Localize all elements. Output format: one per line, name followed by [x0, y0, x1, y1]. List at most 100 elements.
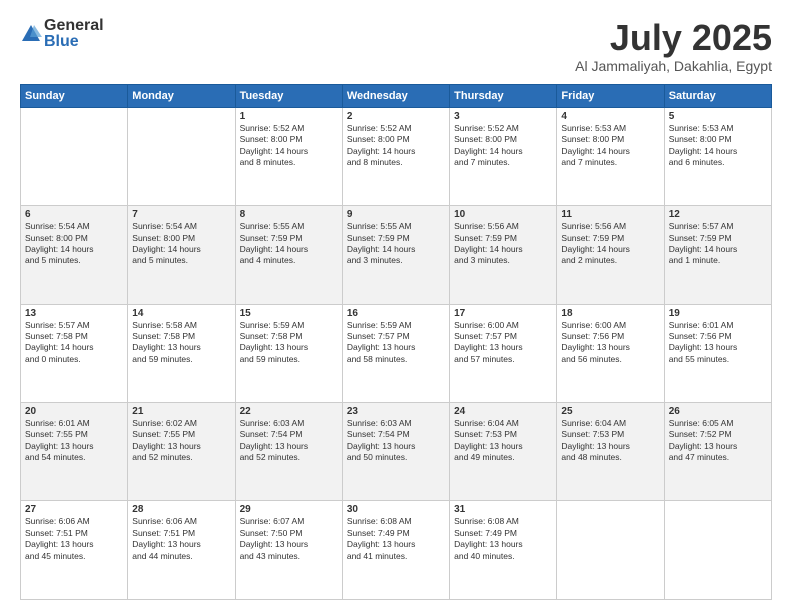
day-number: 11 [561, 209, 659, 220]
calendar-cell [128, 107, 235, 205]
calendar-cell: 9Sunrise: 5:55 AMSunset: 7:59 PMDaylight… [342, 206, 449, 304]
cell-sun-info: Sunrise: 5:52 AMSunset: 8:00 PMDaylight:… [454, 123, 552, 169]
calendar-cell: 14Sunrise: 5:58 AMSunset: 7:58 PMDayligh… [128, 304, 235, 402]
calendar-cell: 1Sunrise: 5:52 AMSunset: 8:00 PMDaylight… [235, 107, 342, 205]
day-number: 25 [561, 406, 659, 417]
cell-sun-info: Sunrise: 6:03 AMSunset: 7:54 PMDaylight:… [240, 418, 338, 464]
calendar-cell: 22Sunrise: 6:03 AMSunset: 7:54 PMDayligh… [235, 403, 342, 501]
calendar-cell: 2Sunrise: 5:52 AMSunset: 8:00 PMDaylight… [342, 107, 449, 205]
calendar-cell: 18Sunrise: 6:00 AMSunset: 7:56 PMDayligh… [557, 304, 664, 402]
calendar-cell: 4Sunrise: 5:53 AMSunset: 8:00 PMDaylight… [557, 107, 664, 205]
calendar-week-row: 6Sunrise: 5:54 AMSunset: 8:00 PMDaylight… [21, 206, 772, 304]
subtitle: Al Jammaliyah, Dakahlia, Egypt [575, 58, 772, 74]
calendar-cell [664, 501, 771, 600]
calendar-day-header: Thursday [450, 84, 557, 107]
day-number: 29 [240, 504, 338, 515]
calendar-cell [557, 501, 664, 600]
cell-sun-info: Sunrise: 6:08 AMSunset: 7:49 PMDaylight:… [454, 516, 552, 562]
day-number: 23 [347, 406, 445, 417]
day-number: 12 [669, 209, 767, 220]
logo-text: General Blue [44, 18, 104, 50]
cell-sun-info: Sunrise: 5:54 AMSunset: 8:00 PMDaylight:… [132, 221, 230, 267]
day-number: 30 [347, 504, 445, 515]
day-number: 8 [240, 209, 338, 220]
day-number: 9 [347, 209, 445, 220]
cell-sun-info: Sunrise: 5:59 AMSunset: 7:58 PMDaylight:… [240, 320, 338, 366]
calendar-cell: 19Sunrise: 6:01 AMSunset: 7:56 PMDayligh… [664, 304, 771, 402]
day-number: 16 [347, 308, 445, 319]
day-number: 3 [454, 111, 552, 122]
calendar-cell: 13Sunrise: 5:57 AMSunset: 7:58 PMDayligh… [21, 304, 128, 402]
calendar-day-header: Tuesday [235, 84, 342, 107]
calendar-cell: 31Sunrise: 6:08 AMSunset: 7:49 PMDayligh… [450, 501, 557, 600]
day-number: 17 [454, 308, 552, 319]
day-number: 22 [240, 406, 338, 417]
calendar-day-header: Monday [128, 84, 235, 107]
calendar-cell: 8Sunrise: 5:55 AMSunset: 7:59 PMDaylight… [235, 206, 342, 304]
cell-sun-info: Sunrise: 6:07 AMSunset: 7:50 PMDaylight:… [240, 516, 338, 562]
calendar-week-row: 13Sunrise: 5:57 AMSunset: 7:58 PMDayligh… [21, 304, 772, 402]
cell-sun-info: Sunrise: 5:53 AMSunset: 8:00 PMDaylight:… [669, 123, 767, 169]
cell-sun-info: Sunrise: 6:00 AMSunset: 7:56 PMDaylight:… [561, 320, 659, 366]
day-number: 7 [132, 209, 230, 220]
page: General Blue July 2025 Al Jammaliyah, Da… [0, 0, 792, 612]
cell-sun-info: Sunrise: 5:53 AMSunset: 8:00 PMDaylight:… [561, 123, 659, 169]
calendar-cell: 15Sunrise: 5:59 AMSunset: 7:58 PMDayligh… [235, 304, 342, 402]
day-number: 1 [240, 111, 338, 122]
calendar-week-row: 20Sunrise: 6:01 AMSunset: 7:55 PMDayligh… [21, 403, 772, 501]
calendar-cell: 7Sunrise: 5:54 AMSunset: 8:00 PMDaylight… [128, 206, 235, 304]
calendar-day-header: Saturday [664, 84, 771, 107]
day-number: 5 [669, 111, 767, 122]
logo-icon [20, 23, 42, 45]
calendar-week-row: 1Sunrise: 5:52 AMSunset: 8:00 PMDaylight… [21, 107, 772, 205]
cell-sun-info: Sunrise: 5:57 AMSunset: 7:58 PMDaylight:… [25, 320, 123, 366]
day-number: 18 [561, 308, 659, 319]
calendar-cell: 21Sunrise: 6:02 AMSunset: 7:55 PMDayligh… [128, 403, 235, 501]
cell-sun-info: Sunrise: 5:52 AMSunset: 8:00 PMDaylight:… [240, 123, 338, 169]
day-number: 26 [669, 406, 767, 417]
day-number: 6 [25, 209, 123, 220]
day-number: 13 [25, 308, 123, 319]
cell-sun-info: Sunrise: 6:04 AMSunset: 7:53 PMDaylight:… [454, 418, 552, 464]
cell-sun-info: Sunrise: 6:01 AMSunset: 7:55 PMDaylight:… [25, 418, 123, 464]
calendar-cell: 3Sunrise: 5:52 AMSunset: 8:00 PMDaylight… [450, 107, 557, 205]
day-number: 15 [240, 308, 338, 319]
main-title: July 2025 [575, 18, 772, 58]
title-block: July 2025 Al Jammaliyah, Dakahlia, Egypt [575, 18, 772, 74]
day-number: 4 [561, 111, 659, 122]
calendar-cell: 5Sunrise: 5:53 AMSunset: 8:00 PMDaylight… [664, 107, 771, 205]
cell-sun-info: Sunrise: 5:54 AMSunset: 8:00 PMDaylight:… [25, 221, 123, 267]
calendar-day-header: Friday [557, 84, 664, 107]
logo-general: General [44, 18, 104, 34]
calendar-table: SundayMondayTuesdayWednesdayThursdayFrid… [20, 84, 772, 600]
cell-sun-info: Sunrise: 5:56 AMSunset: 7:59 PMDaylight:… [561, 221, 659, 267]
cell-sun-info: Sunrise: 6:01 AMSunset: 7:56 PMDaylight:… [669, 320, 767, 366]
calendar-cell: 29Sunrise: 6:07 AMSunset: 7:50 PMDayligh… [235, 501, 342, 600]
cell-sun-info: Sunrise: 6:08 AMSunset: 7:49 PMDaylight:… [347, 516, 445, 562]
cell-sun-info: Sunrise: 6:05 AMSunset: 7:52 PMDaylight:… [669, 418, 767, 464]
cell-sun-info: Sunrise: 5:55 AMSunset: 7:59 PMDaylight:… [240, 221, 338, 267]
calendar-cell: 24Sunrise: 6:04 AMSunset: 7:53 PMDayligh… [450, 403, 557, 501]
calendar-cell: 27Sunrise: 6:06 AMSunset: 7:51 PMDayligh… [21, 501, 128, 600]
day-number: 2 [347, 111, 445, 122]
day-number: 19 [669, 308, 767, 319]
calendar-body: 1Sunrise: 5:52 AMSunset: 8:00 PMDaylight… [21, 107, 772, 599]
cell-sun-info: Sunrise: 6:00 AMSunset: 7:57 PMDaylight:… [454, 320, 552, 366]
day-number: 28 [132, 504, 230, 515]
cell-sun-info: Sunrise: 6:02 AMSunset: 7:55 PMDaylight:… [132, 418, 230, 464]
cell-sun-info: Sunrise: 5:55 AMSunset: 7:59 PMDaylight:… [347, 221, 445, 267]
cell-sun-info: Sunrise: 6:04 AMSunset: 7:53 PMDaylight:… [561, 418, 659, 464]
cell-sun-info: Sunrise: 6:06 AMSunset: 7:51 PMDaylight:… [132, 516, 230, 562]
cell-sun-info: Sunrise: 5:59 AMSunset: 7:57 PMDaylight:… [347, 320, 445, 366]
calendar-header-row: SundayMondayTuesdayWednesdayThursdayFrid… [21, 84, 772, 107]
calendar-cell: 23Sunrise: 6:03 AMSunset: 7:54 PMDayligh… [342, 403, 449, 501]
cell-sun-info: Sunrise: 5:57 AMSunset: 7:59 PMDaylight:… [669, 221, 767, 267]
cell-sun-info: Sunrise: 6:06 AMSunset: 7:51 PMDaylight:… [25, 516, 123, 562]
day-number: 31 [454, 504, 552, 515]
calendar-day-header: Wednesday [342, 84, 449, 107]
calendar-cell: 20Sunrise: 6:01 AMSunset: 7:55 PMDayligh… [21, 403, 128, 501]
logo: General Blue [20, 18, 104, 50]
calendar-cell: 17Sunrise: 6:00 AMSunset: 7:57 PMDayligh… [450, 304, 557, 402]
calendar-cell: 30Sunrise: 6:08 AMSunset: 7:49 PMDayligh… [342, 501, 449, 600]
calendar-cell: 10Sunrise: 5:56 AMSunset: 7:59 PMDayligh… [450, 206, 557, 304]
